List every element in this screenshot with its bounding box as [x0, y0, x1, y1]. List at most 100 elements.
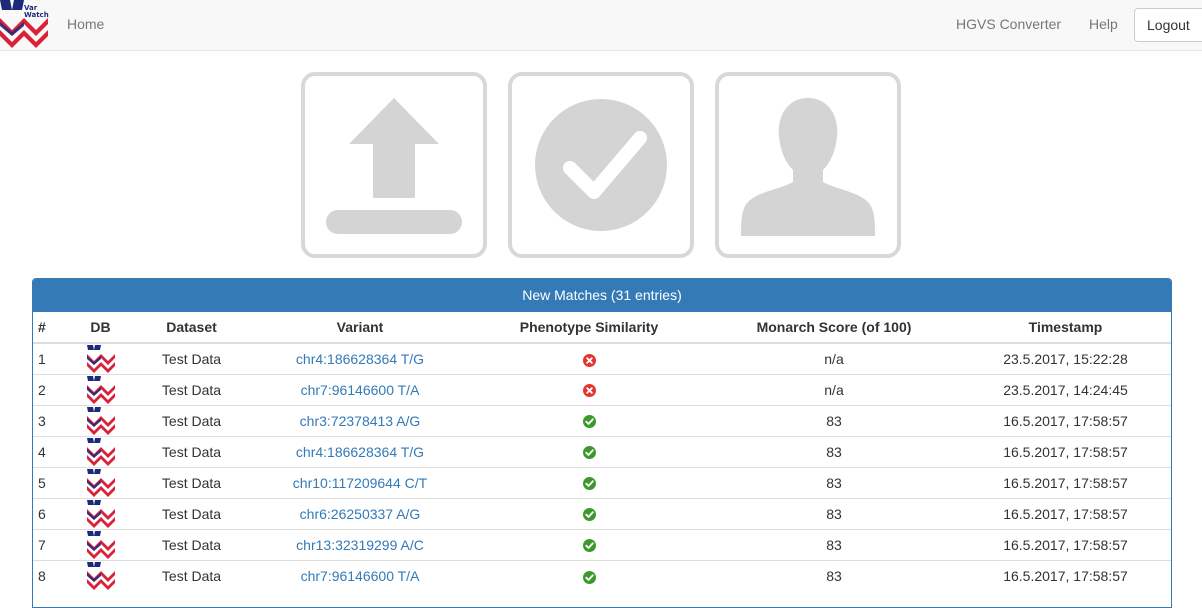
- check-circle-icon: [582, 539, 596, 553]
- row-number: 1: [33, 342, 68, 374]
- nav-help-link[interactable]: Help: [1089, 16, 1118, 32]
- check-circle-icon: [582, 446, 596, 460]
- x-circle-icon: [582, 384, 596, 398]
- profile-tile[interactable]: [715, 72, 901, 258]
- variant-cell: chr4:186628364 T/G: [250, 342, 470, 374]
- variant-link[interactable]: chr4:186628364 T/G: [296, 351, 424, 367]
- timestamp-cell: 23.5.2017, 15:22:28: [960, 342, 1171, 374]
- phenotype-similarity-cell: [470, 342, 708, 374]
- col-header-variant[interactable]: Variant: [250, 312, 470, 344]
- table-row[interactable]: 2 Test Data chr7:96146600 T/A n/a 23.5.2017,…: [33, 373, 1171, 405]
- upload-tile[interactable]: [301, 72, 487, 258]
- variant-link[interactable]: chr10:117209644 C/T: [293, 475, 427, 491]
- db-cell: [68, 373, 133, 405]
- monarch-score-cell: 83: [708, 466, 960, 498]
- row-number: 4: [33, 435, 68, 467]
- phenotype-similarity-cell: [470, 466, 708, 498]
- nav-home-link[interactable]: Home: [67, 16, 104, 32]
- varwatch-db-icon: [86, 530, 115, 559]
- col-header-phenotype-similarity[interactable]: Phenotype Similarity: [470, 312, 708, 344]
- db-cell: [68, 435, 133, 467]
- monarch-score-cell: 83: [708, 559, 960, 591]
- row-number: 3: [33, 404, 68, 436]
- table-header-row: # DB Dataset Variant Phenotype Similarit…: [33, 312, 1171, 344]
- col-header-timestamp[interactable]: Timestamp: [960, 312, 1171, 344]
- table-row[interactable]: 5 Test Data chr10:117209644 C/T 83 16.5.2017…: [33, 466, 1171, 498]
- dataset-cell: Test Data: [133, 435, 250, 467]
- dataset-cell: Test Data: [133, 528, 250, 560]
- db-cell: [68, 342, 133, 374]
- variant-link[interactable]: chr13:32319299 A/C: [296, 537, 424, 553]
- check-circle-icon: [582, 415, 596, 429]
- logo-text-line2: Watch: [24, 11, 49, 19]
- row-number: 6: [33, 497, 68, 529]
- varwatch-db-icon: [86, 468, 115, 497]
- col-header-num[interactable]: #: [33, 312, 68, 344]
- monarch-score-cell: 83: [708, 435, 960, 467]
- variant-cell: chr6:26250337 A/G: [250, 497, 470, 529]
- table-row[interactable]: 3 Test Data chr3:72378413 A/G 83 16.5.2017, …: [33, 404, 1171, 436]
- table-row[interactable]: 1 Test Data chr4:186628364 T/G n/a 23.5.2017…: [33, 342, 1171, 374]
- matches-table-body: 1 Test Data chr4:186628364 T/G n/a 23.5.2017…: [33, 342, 1171, 591]
- varwatch-db-icon: [86, 344, 115, 373]
- check-tile[interactable]: [508, 72, 694, 258]
- variant-link[interactable]: chr7:96146600 T/A: [301, 568, 420, 584]
- row-number: 5: [33, 466, 68, 498]
- variant-link[interactable]: chr7:96146600 T/A: [301, 382, 420, 398]
- variant-link[interactable]: chr6:26250337 A/G: [300, 506, 421, 522]
- varwatch-db-icon: [86, 437, 115, 466]
- variant-cell: chr7:96146600 T/A: [250, 559, 470, 591]
- user-profile-icon: [741, 98, 875, 236]
- timestamp-cell: 16.5.2017, 17:58:57: [960, 404, 1171, 436]
- variant-link[interactable]: chr4:186628364 T/G: [296, 444, 424, 460]
- logo-text: Var Watch: [24, 5, 49, 19]
- variant-link[interactable]: chr3:72378413 A/G: [300, 413, 421, 429]
- check-circle-icon: [582, 508, 596, 522]
- phenotype-similarity-cell: [470, 373, 708, 405]
- phenotype-similarity-cell: [470, 528, 708, 560]
- col-header-monarch-score[interactable]: Monarch Score (of 100): [708, 312, 960, 344]
- variant-cell: chr10:117209644 C/T: [250, 466, 470, 498]
- variant-cell: chr7:96146600 T/A: [250, 373, 470, 405]
- dataset-cell: Test Data: [133, 497, 250, 529]
- dataset-cell: Test Data: [133, 373, 250, 405]
- monarch-score-cell: n/a: [708, 373, 960, 405]
- variant-cell: chr4:186628364 T/G: [250, 435, 470, 467]
- col-header-dataset[interactable]: Dataset: [133, 312, 250, 344]
- table-row[interactable]: 6 Test Data chr6:26250337 A/G 83 16.5.2017, …: [33, 497, 1171, 529]
- matches-table: # DB Dataset Variant Phenotype Similarit…: [33, 312, 1171, 591]
- table-row[interactable]: 7 Test Data chr13:32319299 A/C 83 16.5.2017,…: [33, 528, 1171, 560]
- variant-cell: chr13:32319299 A/C: [250, 528, 470, 560]
- new-matches-panel: New Matches (31 entries) # DB Dataset Va…: [32, 278, 1172, 608]
- timestamp-cell: 16.5.2017, 17:58:57: [960, 466, 1171, 498]
- timestamp-cell: 23.5.2017, 14:24:45: [960, 373, 1171, 405]
- row-number: 7: [33, 528, 68, 560]
- phenotype-similarity-cell: [470, 435, 708, 467]
- db-cell: [68, 559, 133, 591]
- variant-cell: chr3:72378413 A/G: [250, 404, 470, 436]
- logout-button[interactable]: Logout: [1134, 8, 1202, 42]
- db-cell: [68, 404, 133, 436]
- phenotype-similarity-cell: [470, 497, 708, 529]
- varwatch-logo[interactable]: Var Watch: [0, 0, 49, 50]
- phenotype-similarity-cell: [470, 559, 708, 591]
- col-header-db[interactable]: DB: [68, 312, 133, 344]
- db-cell: [68, 528, 133, 560]
- table-row[interactable]: 8 Test Data chr7:96146600 T/A 83 16.5.2017, …: [33, 559, 1171, 591]
- db-cell: [68, 466, 133, 498]
- varwatch-db-icon: [86, 375, 115, 404]
- timestamp-cell: 16.5.2017, 17:58:57: [960, 435, 1171, 467]
- monarch-score-cell: 83: [708, 528, 960, 560]
- x-circle-icon: [582, 353, 596, 367]
- monarch-score-cell: 83: [708, 404, 960, 436]
- nav-hgvs-converter-link[interactable]: HGVS Converter: [956, 16, 1061, 32]
- new-matches-heading: New Matches (31 entries): [33, 279, 1171, 312]
- row-number: 2: [33, 373, 68, 405]
- varwatch-db-icon: [86, 561, 115, 590]
- check-circle-icon: [582, 477, 596, 491]
- check-circle-icon: [535, 99, 667, 231]
- navbar: Var Watch Home HGVS Converter Help Logou…: [0, 0, 1202, 51]
- table-row[interactable]: 4 Test Data chr4:186628364 T/G 83 16.5.2017,…: [33, 435, 1171, 467]
- monarch-score-cell: 83: [708, 497, 960, 529]
- varwatch-db-icon: [86, 499, 115, 528]
